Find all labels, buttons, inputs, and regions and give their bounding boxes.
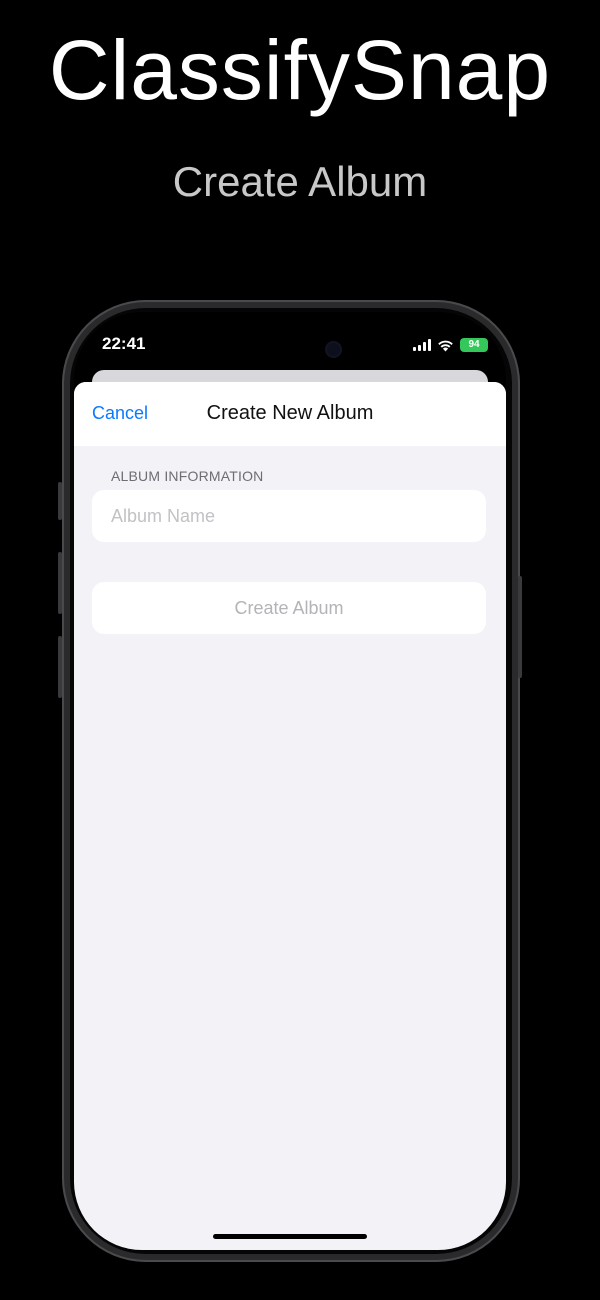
action-button <box>58 482 62 520</box>
section-header: ALBUM INFORMATION <box>111 468 264 484</box>
volume-up-button <box>58 552 62 614</box>
power-button <box>518 576 522 678</box>
create-album-button[interactable]: Create Album <box>92 582 486 634</box>
promo-subtitle: Create Album <box>172 158 428 205</box>
volume-down-button <box>58 636 62 698</box>
navigation-bar: Cancel Create New Album <box>74 382 506 446</box>
album-name-input[interactable] <box>92 490 486 542</box>
wifi-icon <box>438 340 453 351</box>
home-indicator[interactable] <box>213 1234 367 1239</box>
battery-icon: 94 <box>460 338 488 352</box>
status-time: 22:41 <box>102 334 146 353</box>
cancel-button[interactable]: Cancel <box>92 403 148 424</box>
signal-icon <box>413 339 431 351</box>
create-album-sheet: Cancel Create New Album ALBUM INFORMATIO… <box>74 382 506 1250</box>
dynamic-island <box>228 332 352 368</box>
camera-icon <box>327 343 340 356</box>
status-icons: 94 <box>413 337 488 353</box>
status-bar: 22:41 94 <box>74 312 506 374</box>
promo-title: ClassifySnap <box>48 23 552 117</box>
phone-screen: 22:41 94 Cancel Create New Album ALBUM I… <box>74 312 506 1250</box>
